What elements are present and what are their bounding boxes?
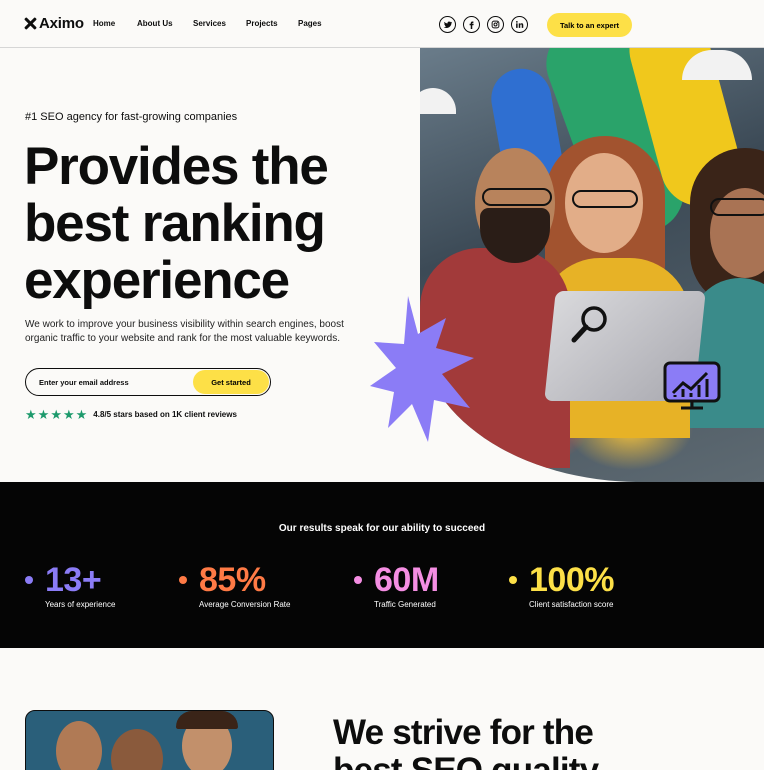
facebook-icon[interactable] [463, 16, 480, 33]
nav-link-projects[interactable]: Projects [246, 19, 298, 28]
hero-title: Provides the best ranking experience [24, 138, 404, 309]
stat-label: Years of experience [45, 600, 116, 609]
bullet-dot [509, 576, 517, 584]
star-icon: ★ [50, 407, 62, 422]
twitter-icon[interactable] [439, 16, 456, 33]
hero-title-line: experience [24, 251, 290, 310]
team-photo [25, 710, 274, 770]
get-started-button[interactable]: Get started [193, 370, 269, 394]
star-rating: ★ ★ ★ ★ ★ [25, 408, 87, 421]
nav-link-pages[interactable]: Pages [298, 19, 322, 28]
stat-conversion: 85% Average Conversion Rate [179, 560, 290, 609]
stat-label: Average Conversion Rate [199, 600, 291, 609]
star-icon: ★ [75, 407, 88, 422]
instagram-icon[interactable] [487, 16, 504, 33]
growth-chart-icon [663, 361, 721, 410]
about-title: We strive for the best SEO quality [333, 714, 753, 770]
bullet-dot [25, 576, 33, 584]
nav-link-home[interactable]: Home [93, 19, 137, 28]
email-signup-form: Get started [25, 368, 271, 396]
stat-value: 100% [529, 561, 614, 599]
stat-traffic: 60M Traffic Generated [354, 560, 439, 609]
stat-value: 85% [199, 561, 266, 599]
stat-years: 13+ Years of experience [25, 560, 115, 609]
stat-value: 13+ [45, 561, 102, 599]
lamp [420, 88, 456, 114]
nav-link-about-us[interactable]: About Us [137, 19, 193, 28]
star-icon: ★ [62, 407, 75, 422]
nav-link-services[interactable]: Services [193, 19, 246, 28]
stat-label: Client satisfaction score [529, 600, 614, 609]
bullet-dot [354, 576, 362, 584]
linkedin-icon[interactable] [511, 16, 528, 33]
stat-label: Traffic Generated [374, 600, 436, 609]
rating-text: 4.8/5 stars based on 1K client reviews [93, 410, 237, 419]
social-links [439, 16, 528, 33]
starburst-decoration [370, 296, 474, 442]
results-section: Our results speak for our ability to suc… [0, 482, 764, 648]
hero-title-line: Provides the [24, 137, 329, 196]
logo-text: Aximo [39, 15, 84, 32]
hero-eyebrow: #1 SEO agency for fast-growing companies [25, 111, 238, 123]
top-nav: Aximo Home About Us Services Projects Pa… [0, 0, 764, 48]
hero-title-line: best ranking [24, 194, 326, 253]
hero-description: We work to improve your business visibil… [25, 319, 344, 344]
results-heading: Our results speak for our ability to suc… [278, 523, 486, 534]
logo[interactable]: Aximo [24, 15, 84, 32]
star-icon: ★ [37, 407, 50, 422]
bullet-dot [179, 576, 187, 584]
main-menu: Home About Us Services Projects Pages [93, 19, 322, 28]
magnifier-icon [571, 306, 607, 343]
logo-icon [24, 17, 37, 30]
stat-value: 60M [374, 561, 439, 599]
talk-to-expert-button[interactable]: Talk to an expert [547, 13, 632, 37]
about-title-line: best SEO quality [333, 752, 753, 770]
email-input[interactable] [26, 369, 193, 395]
stat-satisfaction: 100% Client satisfaction score [509, 560, 614, 609]
rating-summary: ★ ★ ★ ★ ★ 4.8/5 stars based on 1K client… [25, 408, 237, 421]
star-icon: ★ [25, 407, 37, 422]
about-title-line: We strive for the [333, 713, 594, 752]
